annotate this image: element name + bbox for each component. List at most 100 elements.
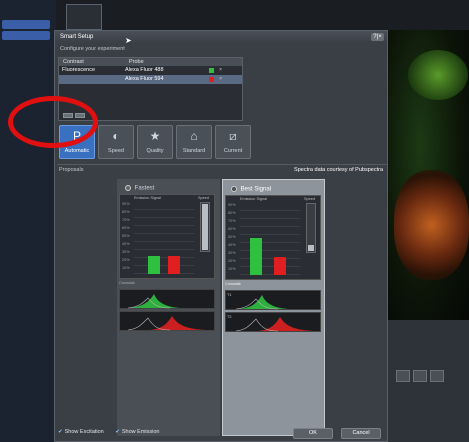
checkmark-icon: ✔ [115, 429, 120, 435]
dialog-subtitle: Configure your experiment [60, 46, 125, 52]
mode-label: Current [223, 148, 243, 154]
spectrum-tick-label: T2 [227, 315, 232, 319]
dialog-title: Smart Setup [60, 34, 94, 40]
chart-grid [134, 202, 194, 274]
table-row[interactable]: Fluorescence Alexa Fluor 488 × [59, 66, 242, 75]
speed-gauge [306, 203, 316, 253]
signal-label: Emission Signal [240, 197, 268, 201]
mode-standard-button[interactable]: ⌂ Standard [176, 125, 212, 159]
probe-cell: Alexa Fluor 594 [125, 76, 164, 82]
column-header-contrast: Contrast [63, 59, 84, 65]
mode-label: Quality [146, 148, 164, 154]
ok-button[interactable]: OK [293, 428, 333, 439]
mode-label: Speed [108, 148, 124, 154]
chart-grid [240, 203, 300, 275]
excitation-spectrum [119, 289, 215, 309]
close-icon[interactable]: ?|× [371, 33, 384, 41]
dialog-titlebar[interactable]: Smart Setup ?|× [55, 31, 387, 43]
background-field [396, 370, 410, 382]
background-panel [388, 320, 469, 442]
remove-icon[interactable]: × [219, 75, 222, 84]
speed-label: Speed [198, 196, 209, 200]
spectrum-plot [235, 317, 314, 332]
speed-icon: ◐ [112, 129, 120, 143]
y-tick-label: 60% [228, 227, 236, 231]
color-swatch-icon[interactable] [209, 77, 214, 82]
remove-icon[interactable]: × [219, 66, 222, 75]
table-row[interactable]: Alexa Fluor 594 × [59, 75, 242, 84]
background-field [430, 370, 444, 382]
proposal-label: Best Signal [240, 186, 272, 193]
y-tick-label: 30% [122, 250, 130, 254]
y-tick-label: 80% [228, 211, 236, 215]
proposal-fastest-panel[interactable]: Fastest Emission Signal Speed 90% 80% 70… [117, 179, 220, 436]
proposals-label: Proposals [59, 167, 84, 173]
emission-spectrum [119, 311, 215, 331]
crosstalk-label: Crosstalk [119, 281, 135, 285]
mode-speed-button[interactable]: ◐ Speed [98, 125, 134, 159]
contrast-cell [59, 75, 125, 84]
y-tick-label: 80% [122, 210, 130, 214]
radio-selected-icon [231, 186, 237, 192]
probe-cell: Alexa Fluor 488 [125, 67, 164, 73]
contrast-cell: Fluorescence [62, 67, 96, 73]
background-sidebar [0, 0, 56, 442]
mode-current-button[interactable]: ⧄ Current [215, 125, 251, 159]
spectrum-plot [127, 316, 206, 331]
spectrum-tick-label: T1 [227, 293, 232, 297]
show-excitation-checkbox[interactable]: ✔ Show Excitation [58, 429, 104, 435]
footer-options: ✔ Show Excitation ✔ Show Emission [58, 429, 170, 435]
background-field [413, 370, 427, 382]
column-header-probe: Probe [129, 59, 144, 65]
speed-fill [308, 245, 314, 251]
background-toolbar [56, 0, 469, 30]
mode-label: Automatic [64, 148, 90, 154]
current-icon: ⧄ [229, 129, 237, 143]
microscopy-image [388, 30, 469, 320]
y-tick-label: 40% [122, 242, 130, 246]
emission-spectrum: T2 [225, 312, 321, 332]
crosstalk-label: Crosstalk [225, 282, 241, 286]
radio-icon [125, 185, 131, 191]
y-tick-label: 90% [122, 202, 130, 206]
speed-label: Speed [304, 197, 315, 201]
table-header: Contrast Probe [59, 58, 242, 66]
star-icon: ★ [149, 129, 161, 143]
fastest-radio[interactable]: Fastest [125, 185, 154, 192]
y-tick-label: 70% [228, 219, 236, 223]
emission-chart: Emission Signal Speed 90% 80% 70% 60% 50… [225, 195, 321, 280]
y-tick-label: 50% [228, 235, 236, 239]
y-tick-label: 50% [122, 234, 130, 238]
red-signal-bar [168, 256, 180, 274]
y-tick-label: 20% [228, 259, 236, 263]
spectrum-plot [127, 294, 180, 309]
best-signal-radio[interactable]: Best Signal [231, 186, 271, 193]
y-tick-label: 60% [122, 226, 130, 230]
green-signal-bar [250, 237, 262, 275]
color-swatch-icon[interactable] [209, 68, 214, 73]
show-emission-checkbox[interactable]: ✔ Show Emission [115, 429, 159, 435]
y-tick-label: 30% [228, 251, 236, 255]
signal-label: Emission Signal [134, 196, 162, 200]
cancel-button[interactable]: Cancel [341, 428, 381, 439]
green-cell [408, 50, 468, 100]
proposal-best-signal-panel[interactable]: Best Signal Emission Signal Speed 90% 80… [222, 179, 325, 436]
red-circle-annotation [8, 96, 98, 148]
emission-chart: Emission Signal Speed 90% 80% 70% 60% 50… [119, 194, 215, 279]
speed-gauge [200, 202, 210, 252]
mode-quality-button[interactable]: ★ Quality [137, 125, 173, 159]
y-tick-label: 20% [122, 258, 130, 262]
orange-cell [394, 170, 469, 280]
background-chip [2, 20, 50, 29]
proposal-label: Fastest [134, 185, 155, 192]
y-tick-label: 10% [122, 266, 130, 270]
excitation-spectrum: T1 [225, 290, 321, 310]
y-tick-label: 40% [228, 243, 236, 247]
checkbox-label: Show Excitation [64, 429, 104, 435]
house-icon: ⌂ [190, 129, 198, 143]
smart-setup-dialog: Smart Setup ?|× Configure your experimen… [54, 30, 388, 442]
courtesy-text: Spectra data courtesy of Pubspectra [294, 167, 383, 173]
divider [57, 164, 387, 165]
mouse-cursor-icon: ➤ [125, 36, 132, 45]
checkbox-label: Show Emission [121, 429, 160, 435]
